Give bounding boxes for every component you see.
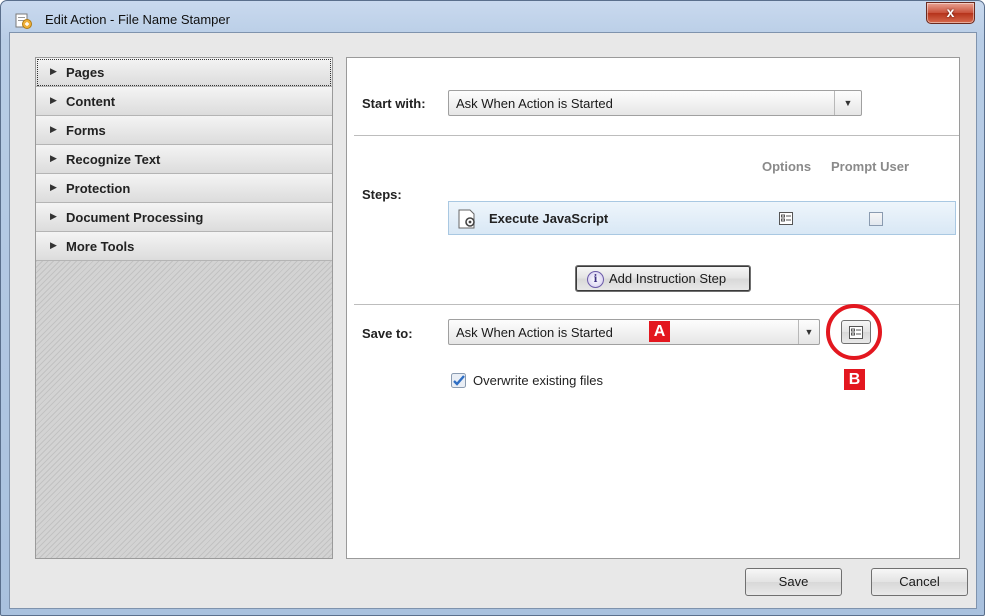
- tools-item-label: Protection: [66, 181, 131, 196]
- step-options-icon[interactable]: [779, 212, 793, 225]
- prompt-user-checkbox[interactable]: [869, 212, 883, 226]
- tools-item-forms[interactable]: ▶ Forms: [36, 116, 332, 145]
- start-with-label: Start with:: [362, 96, 426, 111]
- overwrite-checkbox[interactable]: [451, 373, 466, 388]
- expand-arrow-icon: ▶: [50, 95, 57, 105]
- start-with-dropdown[interactable]: Ask When Action is Started ▼: [448, 90, 862, 116]
- tools-item-label: Document Processing: [66, 210, 204, 225]
- tools-item-document-processing[interactable]: ▶ Document Processing: [36, 203, 332, 232]
- step-row[interactable]: Execute JavaScript: [448, 201, 956, 235]
- annotation-highlight-circle: [826, 304, 882, 360]
- window-title: Edit Action - File Name Stamper: [45, 12, 230, 27]
- save-button[interactable]: Save: [745, 568, 842, 596]
- annotation-badge-a: A: [649, 321, 670, 342]
- save-to-label: Save to:: [362, 326, 413, 341]
- add-instruction-step-label: Add Instruction Step: [609, 271, 727, 286]
- expand-arrow-icon: ▶: [50, 124, 57, 134]
- expand-arrow-icon: ▶: [50, 211, 57, 221]
- prompt-user-column-header: Prompt User: [831, 159, 910, 174]
- tools-item-label: Forms: [66, 123, 106, 138]
- close-button[interactable]: x: [926, 2, 975, 24]
- add-instruction-step-button[interactable]: i Add Instruction Step: [575, 265, 751, 292]
- tools-item-label: More Tools: [66, 239, 135, 254]
- expand-arrow-icon: ▶: [50, 240, 57, 250]
- save-to-value: Ask When Action is Started: [456, 325, 613, 340]
- tools-item-pages[interactable]: ▶ Pages: [36, 58, 332, 87]
- divider: [354, 135, 959, 136]
- tools-item-content[interactable]: ▶ Content: [36, 87, 332, 116]
- tools-item-protection[interactable]: ▶ Protection: [36, 174, 332, 203]
- empty-panel-area: [36, 261, 332, 558]
- options-column-header: Options: [762, 159, 812, 174]
- chevron-down-icon[interactable]: ▼: [834, 91, 861, 115]
- expand-arrow-icon: ▶: [50, 182, 57, 192]
- tools-panel: ▶ Pages ▶ Content ▶ Forms ▶ Recognize Te…: [35, 57, 333, 559]
- divider: [354, 304, 959, 305]
- expand-arrow-icon: ▶: [50, 66, 57, 76]
- javascript-step-icon: [458, 209, 475, 229]
- tools-item-label: Content: [66, 94, 116, 109]
- overwrite-label: Overwrite existing files: [473, 373, 604, 388]
- edit-action-window: Edit Action - File Name Stamper x ▶ Page…: [0, 0, 985, 616]
- info-icon: i: [587, 271, 604, 288]
- action-wizard-icon: [15, 13, 32, 29]
- tools-item-more-tools[interactable]: ▶ More Tools: [36, 232, 332, 261]
- chevron-down-icon[interactable]: ▼: [798, 320, 819, 344]
- dialog-client-area: ▶ Pages ▶ Content ▶ Forms ▶ Recognize Te…: [9, 32, 977, 609]
- steps-label: Steps:: [362, 187, 402, 202]
- start-with-value: Ask When Action is Started: [456, 96, 613, 111]
- close-icon: x: [946, 4, 955, 20]
- expand-arrow-icon: ▶: [50, 153, 57, 163]
- tools-item-label: Recognize Text: [66, 152, 161, 167]
- tools-item-label: Pages: [66, 65, 105, 80]
- tools-item-recognize-text[interactable]: ▶ Recognize Text: [36, 145, 332, 174]
- save-to-dropdown[interactable]: Ask When Action is Started ▼: [448, 319, 820, 345]
- step-name: Execute JavaScript: [489, 211, 609, 226]
- cancel-button[interactable]: Cancel: [871, 568, 968, 596]
- annotation-badge-b: B: [844, 369, 865, 390]
- action-steps-panel: Start with: Ask When Action is Started ▼…: [346, 57, 960, 559]
